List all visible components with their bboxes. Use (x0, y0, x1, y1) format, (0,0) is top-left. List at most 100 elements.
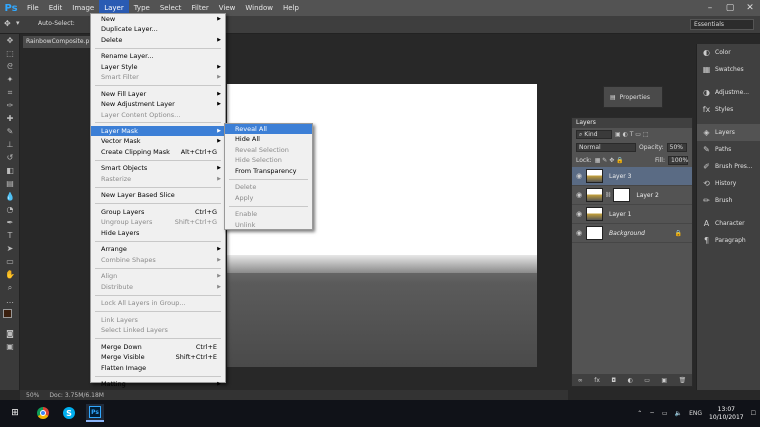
marquee-tool-icon[interactable]: ⬚ (0, 47, 20, 60)
maximize-icon[interactable]: ▢ (720, 0, 740, 16)
menu-item-matting[interactable]: Matting ▶ (91, 379, 225, 389)
foreground-color[interactable] (3, 309, 12, 318)
layer-name[interactable]: Layer 2 (636, 192, 658, 199)
opacity-field[interactable]: 50% (666, 143, 687, 152)
dock-paths[interactable]: ✎ Paths (697, 141, 760, 158)
menu-item-new-layer-based-slice[interactable]: New Layer Based Slice (91, 190, 225, 200)
menu-item-new-adjustment-layer[interactable]: New Adjustment Layer ▶ (91, 99, 225, 109)
workspace-select[interactable]: Essentials (690, 19, 754, 30)
layer-name[interactable]: Layer 3 (609, 173, 631, 180)
add-mask-icon[interactable]: ◘ (611, 377, 616, 384)
menu-item-smart-objects[interactable]: Smart Objects ▶ (91, 163, 225, 173)
menu-item-duplicate-layer[interactable]: Duplicate Layer... (91, 24, 225, 34)
layers-tab[interactable]: Layers (572, 118, 692, 128)
link-layers-icon[interactable]: ∞ (578, 377, 583, 384)
menu-item-arrange[interactable]: Arrange ▶ (91, 244, 225, 254)
menu-file[interactable]: File (22, 0, 44, 16)
type-tool-icon[interactable]: T (0, 229, 20, 242)
visibility-eye-icon[interactable]: ◉ (572, 229, 586, 237)
visibility-eye-icon[interactable]: ◉ (572, 191, 586, 199)
dock-history[interactable]: ⟲ History (697, 175, 760, 192)
layer-name[interactable]: Background (609, 230, 645, 237)
gradient-tool-icon[interactable]: ▤ (0, 177, 20, 190)
zoom-level[interactable]: 50% (26, 392, 39, 399)
menu-item-group-layers[interactable]: Group Layers Ctrl+G (91, 207, 225, 217)
dock-swatches[interactable]: ▦ Swatches (697, 61, 760, 78)
healing-brush-icon[interactable]: ✚ (0, 112, 20, 125)
clock[interactable]: 13:07 10/10/2017 (709, 406, 744, 422)
move-tool-icon[interactable]: ✥ (0, 34, 20, 47)
dock-paragraph[interactable]: ¶ Paragraph (697, 232, 760, 249)
clone-stamp-icon[interactable]: ⊥ (0, 138, 20, 151)
menu-item-hide-layers[interactable]: Hide Layers (91, 228, 225, 238)
skype-icon[interactable]: S (60, 404, 78, 422)
crop-tool-icon[interactable]: ⌗ (0, 86, 20, 99)
submenu-item-hide-all[interactable]: Hide All (225, 134, 312, 144)
photoshop-taskbar-icon[interactable]: Ps (86, 404, 104, 422)
minimize-icon[interactable]: – (700, 0, 720, 16)
show-hidden-icons-icon[interactable]: ⌃ (637, 410, 642, 417)
fill-field[interactable]: 100% (668, 156, 688, 165)
menu-item-merge-down[interactable]: Merge Down Ctrl+E (91, 342, 225, 352)
submenu-item-from-transparency[interactable]: From Transparency (225, 166, 312, 176)
history-brush-icon[interactable]: ↺ (0, 151, 20, 164)
auto-select-label[interactable]: Auto-Select: (38, 20, 75, 27)
layer-row-background[interactable]: ◉ Background 🔒 (572, 224, 692, 243)
move-tool-icon[interactable]: ✥ (4, 19, 11, 28)
tool-preset-chevron-icon[interactable]: ▾ (16, 19, 20, 27)
dock-character[interactable]: A Character (697, 215, 760, 232)
menu-item-layer-style[interactable]: Layer Style ▶ (91, 62, 225, 72)
menu-item-delete[interactable]: Delete ▶ (91, 35, 225, 45)
screen-mode-icon[interactable]: ▣ (0, 340, 20, 353)
color-swatches[interactable] (0, 307, 19, 327)
menu-item-new-fill-layer[interactable]: New Fill Layer ▶ (91, 89, 225, 99)
windows-start-icon[interactable]: ⊞ (6, 404, 24, 422)
menu-item-layer-mask[interactable]: Layer Mask ▶ (91, 126, 225, 137)
visibility-eye-icon[interactable]: ◉ (572, 172, 586, 180)
menu-item-create-clipping-mask[interactable]: Create Clipping Mask Alt+Ctrl+G (91, 147, 225, 157)
new-group-icon[interactable]: ▭ (644, 377, 650, 384)
layer-name[interactable]: Layer 1 (609, 211, 631, 218)
dock-brush[interactable]: ✏ Brush (697, 192, 760, 209)
visibility-eye-icon[interactable]: ◉ (572, 210, 586, 218)
properties-panel-button[interactable]: ▤ Properties (603, 86, 663, 108)
pen-tool-icon[interactable]: ✒ (0, 216, 20, 229)
adjustment-layer-icon[interactable]: ◐ (628, 377, 633, 384)
menu-item-merge-visible[interactable]: Merge Visible Shift+Ctrl+E (91, 352, 225, 362)
language-indicator[interactable]: ENG (689, 410, 702, 417)
kind-filter-select[interactable]: ⌕ Kind (576, 130, 612, 139)
notifications-icon[interactable]: ☐ (751, 410, 756, 417)
battery-icon[interactable]: ▭ (662, 410, 668, 417)
blur-tool-icon[interactable]: 💧 (0, 190, 20, 203)
menu-item-rename-layer[interactable]: Rename Layer... (91, 51, 225, 61)
layer-row-layer-2[interactable]: ◉ ⛓ Layer 2 (572, 186, 692, 205)
dock-color[interactable]: ◐ Color (697, 44, 760, 61)
dock-brush-pres[interactable]: ✐ Brush Pres... (697, 158, 760, 175)
dock-styles[interactable]: fx Styles (697, 101, 760, 118)
layer-row-layer-3[interactable]: ◉ Layer 3 (572, 167, 692, 186)
zoom-tool-icon[interactable]: ⌕ (0, 281, 20, 294)
eraser-tool-icon[interactable]: ◧ (0, 164, 20, 177)
more-tools-icon[interactable]: … (0, 294, 20, 307)
blend-mode-select[interactable]: Normal (576, 143, 636, 152)
document-tab[interactable]: RainbowComposite.p (23, 36, 93, 48)
dock-layers[interactable]: ◈ Layers (697, 124, 760, 141)
hand-tool-icon[interactable]: ✋ (0, 268, 20, 281)
menu-item-flatten-image[interactable]: Flatten Image (91, 363, 225, 373)
path-select-icon[interactable]: ➤ (0, 242, 20, 255)
brush-tool-icon[interactable]: ✎ (0, 125, 20, 138)
dodge-tool-icon[interactable]: ◔ (0, 203, 20, 216)
submenu-item-reveal-all[interactable]: Reveal All (225, 124, 312, 135)
close-icon[interactable]: ✕ (740, 0, 760, 16)
mask-link-icon[interactable]: ⛓ (605, 192, 611, 198)
shape-tool-icon[interactable]: ▭ (0, 255, 20, 268)
menu-help[interactable]: Help (278, 0, 304, 16)
menu-window[interactable]: Window (240, 0, 278, 16)
menu-item-new[interactable]: New ▶ (91, 14, 225, 24)
new-layer-icon[interactable]: ▣ (661, 377, 667, 384)
lasso-tool-icon[interactable]: ᘓ (0, 60, 20, 73)
eyedropper-tool-icon[interactable]: ✑ (0, 99, 20, 112)
menu-edit[interactable]: Edit (44, 0, 68, 16)
layer-row-layer-1[interactable]: ◉ Layer 1 (572, 205, 692, 224)
trash-icon[interactable]: 🗑 (679, 377, 687, 384)
